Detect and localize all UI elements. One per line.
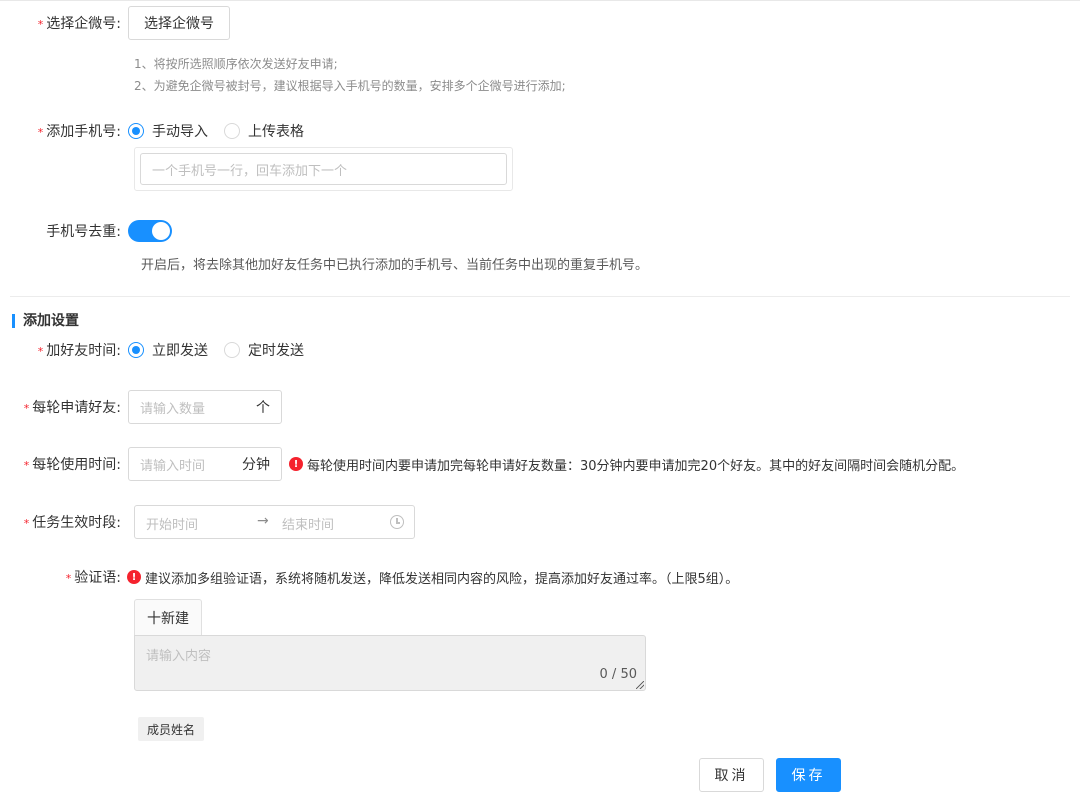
phone-number-input[interactable]: 一个手机号一行，回车添加下一个: [140, 153, 507, 185]
greeting-label: * 验证语:: [65, 570, 121, 586]
clock-icon: [390, 515, 404, 529]
save-button[interactable]: 保存: [776, 758, 841, 792]
radio-dot: [224, 123, 240, 139]
wecom-label-text: 选择企微号: [46, 16, 117, 32]
add-time-label: * 加好友时间:: [37, 343, 121, 359]
greeting-row: * 验证语: ! 建议添加多组验证语，系统将随机发送，降低发送相同内容的风险，提高…: [0, 566, 738, 588]
section-divider: [10, 296, 1070, 297]
radio-label: 立即发送: [152, 343, 208, 359]
required-mark: *: [23, 517, 30, 530]
per-round-input[interactable]: 请输入数量 个: [128, 390, 282, 424]
cancel-button[interactable]: 取消: [699, 758, 764, 792]
greeting-notice-text: 建议添加多组验证语，系统将随机发送，降低发送相同内容的风险，提高添加好友通过率。…: [145, 571, 739, 587]
required-mark: *: [23, 459, 30, 472]
select-wecom-button[interactable]: 选择企微号: [128, 6, 230, 40]
dedupe-hint: 开启后，将去除其他加好友任务中已执行添加的手机号、当前任务中出现的重复手机号。: [141, 258, 649, 273]
round-time-suffix: 分钟: [242, 457, 270, 473]
period-row: * 任务生效时段:: [0, 505, 127, 539]
resize-grip-icon[interactable]: [636, 681, 644, 689]
round-time-label: * 每轮使用时间:: [23, 457, 121, 473]
per-round-placeholder: 请输入数量: [140, 401, 206, 417]
dedupe-toggle[interactable]: [128, 220, 172, 242]
period-range-picker[interactable]: 开始时间 → 结束时间: [134, 505, 415, 539]
phones-row: * 添加手机号: 手动导入 上传表格: [0, 120, 320, 142]
period-label-text: 任务生效时段: [32, 515, 117, 531]
radio-dot: [224, 342, 240, 358]
wecom-hint-2: 2、为避免企微号被封号，建议根据导入手机号的数量，安排多个企微号进行添加;: [134, 79, 566, 93]
top-border: [0, 0, 1080, 1]
round-time-notice-text: 每轮使用时间内要申请加完每轮申请好友数量：30分钟内要申请加完20个好友。其中的…: [307, 458, 965, 474]
greeting-placeholder: 请输入内容: [146, 649, 212, 664]
exclamation-icon: !: [127, 570, 141, 584]
wecom-hint-1: 1、将按所选照顺序依次发送好友申请;: [134, 57, 338, 71]
period-label: * 任务生效时段:: [23, 515, 121, 531]
required-mark: *: [23, 402, 30, 415]
radio-label: 定时发送: [248, 343, 304, 359]
per-round-label-text: 每轮申请好友: [32, 400, 117, 416]
radio-label: 上传表格: [248, 124, 304, 140]
dedupe-label-text: 手机号去重: [46, 224, 117, 240]
wecom-label: * 选择企微号:: [37, 16, 121, 32]
round-time-row: * 每轮使用时间: 请输入时间 分钟 ! 每轮使用时间内要申请加完每轮申请好友数量…: [0, 447, 964, 481]
round-time-placeholder: 请输入时间: [140, 458, 206, 474]
greeting-label-text: 验证语: [74, 570, 117, 586]
radio-dot-checked: [128, 342, 144, 358]
radio-dot-checked: [128, 123, 144, 139]
radio-scheduled[interactable]: 定时发送: [224, 340, 304, 360]
per-round-suffix: 个: [256, 400, 270, 416]
dedupe-row: 手机号去重:: [0, 219, 172, 243]
radio-upload-sheet[interactable]: 上传表格: [224, 121, 304, 141]
round-time-input[interactable]: 请输入时间 分钟: [128, 447, 282, 481]
required-mark: *: [37, 126, 44, 139]
round-time-notice: ! 每轮使用时间内要申请加完每轮申请好友数量：30分钟内要申请加完20个好友。其…: [289, 455, 964, 474]
greeting-textarea[interactable]: 请输入内容 0 / 50: [134, 635, 646, 691]
radio-manual-import[interactable]: 手动导入: [128, 121, 208, 141]
start-time-input[interactable]: 开始时间: [146, 514, 198, 533]
section-title: 添加设置: [12, 314, 79, 328]
new-greeting-button[interactable]: 十新建: [134, 599, 202, 635]
phone-input-container: 一个手机号一行，回车添加下一个: [134, 147, 513, 191]
dedupe-label: 手机号去重:: [46, 224, 121, 240]
arrow-right-icon: →: [257, 513, 269, 529]
per-round-row: * 每轮申请好友: 请输入数量 个: [0, 390, 282, 424]
round-time-label-text: 每轮使用时间: [32, 457, 117, 473]
required-mark: *: [65, 572, 72, 585]
radio-send-now[interactable]: 立即发送: [128, 340, 208, 360]
radio-label: 手动导入: [152, 124, 208, 140]
char-counter: 0 / 50: [599, 667, 637, 682]
add-time-label-text: 加好友时间: [46, 343, 117, 359]
exclamation-icon: !: [289, 457, 303, 471]
phones-label-text: 添加手机号: [46, 124, 117, 140]
member-name-tag[interactable]: 成员姓名: [138, 717, 205, 741]
phones-label: * 添加手机号:: [37, 124, 121, 140]
add-time-row: * 加好友时间: 立即发送 定时发送: [0, 339, 320, 361]
per-round-label: * 每轮申请好友:: [23, 400, 121, 416]
required-mark: *: [37, 18, 44, 31]
required-mark: *: [37, 345, 44, 358]
greeting-notice: ! 建议添加多组验证语，系统将随机发送，降低发送相同内容的风险，提高添加好友通过…: [127, 568, 738, 587]
end-time-input[interactable]: 结束时间: [282, 514, 334, 533]
wecom-row: * 选择企微号: 选择企微号: [0, 6, 230, 40]
